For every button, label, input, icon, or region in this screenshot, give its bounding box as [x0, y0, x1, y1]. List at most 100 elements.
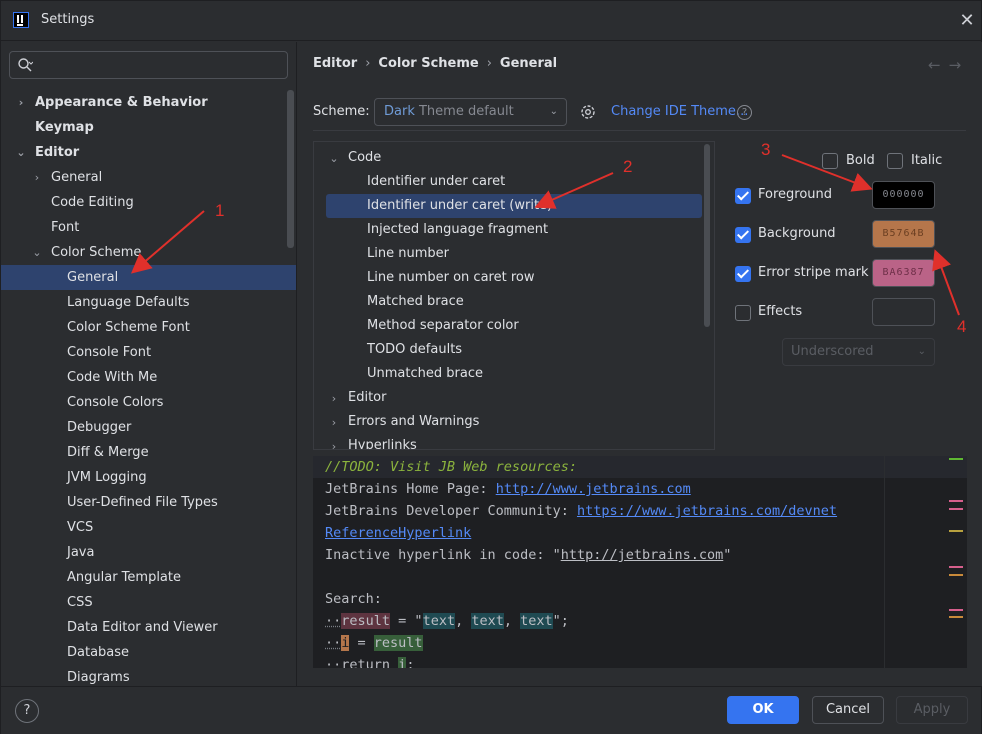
sidebar-item[interactable]: JVM Logging [1, 465, 296, 490]
breadcrumb-separator: › [486, 56, 492, 71]
bold-checkbox[interactable] [822, 153, 838, 169]
color-element-item[interactable]: › Editor [314, 386, 714, 410]
error-stripe-mark[interactable] [949, 508, 963, 510]
color-element-item[interactable]: Identifier under caret [314, 170, 714, 194]
color-element-item[interactable]: Line number on caret row [314, 266, 714, 290]
sidebar-item[interactable]: CSS [1, 590, 296, 615]
sidebar-item[interactable]: Code With Me [1, 365, 296, 390]
color-element-item[interactable]: Injected language fragment [314, 218, 714, 242]
effects-style-dropdown[interactable]: Underscored ⌄ [782, 338, 935, 366]
sidebar-item[interactable]: VCS [1, 515, 296, 540]
foreground-checkbox[interactable] [735, 188, 751, 204]
chevron-right-icon[interactable]: › [328, 410, 340, 435]
preview-text: = " [390, 613, 423, 629]
change-ide-theme-link[interactable]: Change IDE Theme... [611, 104, 748, 119]
annotation-label-3: 3 [761, 140, 771, 159]
color-element-item[interactable]: Matched brace [314, 290, 714, 314]
color-element-item[interactable]: TODO defaults [314, 338, 714, 362]
error-stripe-checkbox[interactable] [735, 266, 751, 282]
help-icon[interactable]: ? [737, 105, 752, 120]
cancel-button[interactable]: Cancel [812, 696, 884, 724]
color-element-item[interactable]: › Errors and Warnings [314, 410, 714, 434]
error-stripe-mark[interactable] [949, 530, 963, 532]
chevron-right-icon[interactable]: › [31, 165, 43, 190]
search-input[interactable] [9, 51, 288, 79]
color-element-item[interactable]: Method separator color [314, 314, 714, 338]
color-element-item[interactable]: Line number [314, 242, 714, 266]
scheme-dropdown[interactable]: Dark Theme default ⌄ [374, 98, 567, 126]
preview-reference-hyperlink[interactable]: ReferenceHyperlink [325, 522, 471, 544]
sidebar-item-label: Console Font [67, 345, 152, 360]
sidebar-item[interactable]: Debugger [1, 415, 296, 440]
error-stripe-mark[interactable] [949, 500, 963, 502]
sidebar-item-label: JVM Logging [67, 470, 147, 485]
color-element-label: Code [348, 150, 382, 165]
ok-button[interactable]: OK [727, 696, 799, 724]
error-stripe-mark[interactable] [949, 458, 963, 460]
sidebar-item[interactable]: ⌄ Editor [1, 140, 296, 165]
preview-line: Inactive hyperlink in code: "http://jetb… [325, 544, 731, 566]
back-arrow-icon[interactable]: ← [928, 56, 949, 74]
sidebar-item[interactable]: Diff & Merge [1, 440, 296, 465]
apply-button[interactable]: Apply [896, 696, 968, 724]
sidebar-scrollbar[interactable] [287, 90, 294, 248]
sidebar-item[interactable]: User-Defined File Types [1, 490, 296, 515]
forward-arrow-icon[interactable]: → [949, 56, 970, 74]
sidebar-item[interactable]: ⌄ Color Scheme [1, 240, 296, 265]
chevron-right-icon[interactable]: › [328, 386, 340, 411]
color-element-item[interactable]: Identifier under caret (write) [326, 194, 702, 218]
chevron-down-icon[interactable]: ⌄ [31, 240, 43, 265]
preview-line: JetBrains Developer Community: https://w… [325, 500, 837, 522]
error-stripe-mark[interactable] [949, 574, 963, 576]
sidebar-item-label: Database [67, 645, 130, 660]
search-result-highlight: text [520, 613, 553, 629]
chevron-right-icon[interactable]: › [328, 434, 340, 449]
chevron-down-icon[interactable]: ⌄ [328, 146, 340, 171]
effects-color-swatch[interactable] [872, 298, 935, 326]
background-checkbox[interactable] [735, 227, 751, 243]
sidebar-item[interactable]: Code Editing [1, 190, 296, 215]
sidebar-item[interactable]: Color Scheme Font [1, 315, 296, 340]
sidebar-item[interactable]: Data Editor and Viewer [1, 615, 296, 640]
error-stripe-mark[interactable] [949, 609, 963, 611]
color-element-label: Identifier under caret (write) [367, 198, 553, 213]
preview-text: , [455, 613, 472, 629]
gear-icon[interactable] [579, 103, 597, 121]
foreground-color-swatch[interactable]: 000000 [872, 181, 935, 209]
chevron-right-icon[interactable]: › [15, 90, 27, 115]
sidebar-item-label: CSS [67, 595, 93, 610]
sidebar-item[interactable]: Diagrams [1, 665, 296, 686]
error-stripe-color-swatch[interactable]: BA6387 [872, 259, 935, 287]
error-stripe-mark[interactable] [949, 616, 963, 618]
sidebar-item[interactable]: › Appearance & Behavior [1, 90, 296, 115]
sidebar-item[interactable]: Keymap [1, 115, 296, 140]
sidebar-item[interactable]: Font [1, 215, 296, 240]
help-button[interactable]: ? [15, 699, 39, 723]
preview-hyperlink[interactable]: http://www.jetbrains.com [496, 481, 691, 497]
color-element-item[interactable]: Unmatched brace [314, 362, 714, 386]
effects-checkbox[interactable] [735, 305, 751, 321]
sidebar-item[interactable]: Language Defaults [1, 290, 296, 315]
italic-checkbox[interactable] [887, 153, 903, 169]
preview-text: Inactive hyperlink in code: " [325, 547, 561, 563]
annotation-label-4: 4 [957, 317, 967, 336]
sidebar-item[interactable]: Console Colors [1, 390, 296, 415]
preview-hyperlink[interactable]: https://www.jetbrains.com/devnet [577, 503, 837, 519]
breadcrumb-editor[interactable]: Editor [313, 56, 357, 71]
code-preview[interactable]: //TODO: Visit JB Web resources: JetBrain… [313, 456, 967, 668]
background-color-swatch[interactable]: B5764B [872, 220, 935, 248]
sidebar-item[interactable]: › General [1, 165, 296, 190]
annotation-label-1: 1 [215, 201, 225, 220]
chevron-down-icon: ⌄ [917, 346, 926, 357]
close-icon[interactable]: ✕ [957, 11, 977, 31]
breadcrumb-color-scheme[interactable]: Color Scheme [378, 56, 478, 71]
sidebar-item[interactable]: Java [1, 540, 296, 565]
error-stripe-mark[interactable] [949, 566, 963, 568]
color-element-item[interactable]: ⌄ Code [314, 146, 714, 170]
color-element-item[interactable]: › Hyperlinks [314, 434, 714, 449]
sidebar-item[interactable]: Angular Template [1, 565, 296, 590]
sidebar-item[interactable]: Database [1, 640, 296, 665]
chevron-down-icon[interactable]: ⌄ [15, 140, 27, 165]
sidebar-item[interactable]: Console Font [1, 340, 296, 365]
sidebar-item[interactable]: General [1, 265, 296, 290]
